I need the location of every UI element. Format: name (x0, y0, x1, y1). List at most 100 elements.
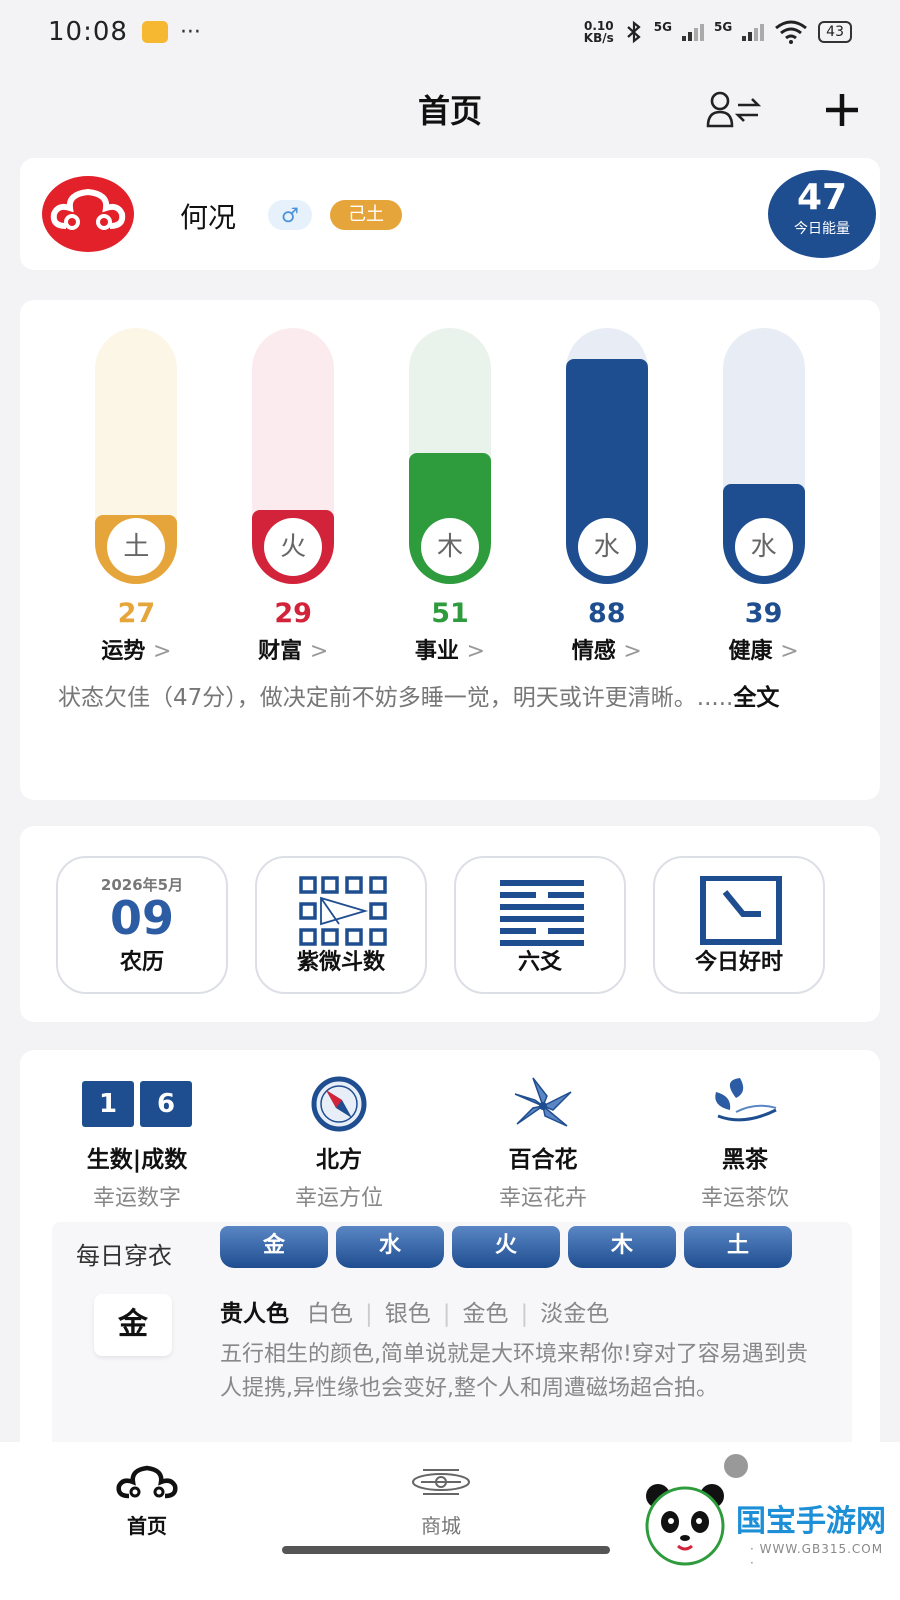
energy-badge[interactable]: 47 今日能量 (768, 170, 876, 258)
fortune-value: 27 (117, 598, 156, 629)
panda-logo-icon (645, 1484, 725, 1566)
lucky-flower[interactable]: 百合花 幸运花卉 (448, 1076, 638, 1212)
color-option: 金色 (462, 1301, 509, 1327)
color-option: 白色 (307, 1301, 353, 1327)
lucky-colors: 贵人色 白色 | 银色 | 金色 | 淡金色 (220, 1301, 610, 1327)
element-circle: 火 (264, 518, 323, 576)
element-tabs: 金 水 火 木 土 (220, 1226, 792, 1268)
tab-earth[interactable]: 土 (684, 1226, 792, 1268)
home-logo-icon (116, 1465, 178, 1499)
lucky-flower-value: 百合花 (508, 1147, 578, 1173)
liuyao-label: 六爻 (517, 950, 562, 975)
lucky-direction-value: 北方 (316, 1147, 362, 1173)
hexagram-icon (500, 880, 584, 946)
nav-home[interactable]: 首页 (82, 1462, 212, 1539)
bluetooth-icon (627, 20, 641, 44)
logo-icon (50, 188, 126, 230)
ziwei-label: 紫微斗数 (296, 950, 385, 975)
full-text-link[interactable]: 全文 (733, 685, 779, 711)
fortune-label-text: 健康 (728, 639, 773, 664)
lucky-number-value: 生数|成数 (86, 1147, 188, 1173)
lily-flower-icon (514, 1077, 572, 1127)
clock-icon (700, 876, 782, 945)
fortune-item-emotion[interactable]: 水 88 情感 > (547, 328, 667, 665)
nav-shop-label: 商城 (421, 1514, 461, 1538)
daily-dress-panel: 每日穿衣 金 水 火 木 土 金 贵人色 白色 | 银色 | 金色 | 淡金色 五行相生的颜色… (52, 1222, 852, 1470)
level-tube: 水 (722, 328, 805, 584)
network-type-2: 5G (713, 20, 733, 34)
tab-water[interactable]: 水 (336, 1226, 444, 1268)
level-tube: 木 (408, 328, 491, 584)
tools-card: 2026年5月 09 农历 紫微斗数 六爻 今日好时 (20, 826, 880, 1022)
fortune-item-health[interactable]: 水 39 健康 > (704, 328, 824, 665)
chevron-right-icon: > (309, 639, 329, 664)
network-speed: 0.10 KB/s (584, 20, 614, 44)
tea-leaf-icon (715, 1078, 777, 1122)
fortune-label[interactable]: 情感 > (572, 633, 642, 665)
lucky-card: 1 6 生数|成数 幸运数字 北方 幸运方位 百合花 幸运花卉 黑茶 幸运茶饮 … (20, 1050, 880, 1470)
lucky-direction-label: 幸运方位 (294, 1186, 383, 1211)
good-time-button[interactable]: 今日好时 (653, 856, 825, 994)
level-tube: 火 (252, 328, 335, 584)
tab-metal[interactable]: 金 (220, 1226, 328, 1268)
notification-app-icon (141, 21, 168, 43)
fortune-label-text: 情感 (571, 639, 616, 664)
fortune-value: 88 (587, 598, 626, 629)
status-text: 状态欠佳（47分），做决定前不妨多睡一觉，明天或许更清晰。..... (58, 685, 734, 711)
nav-home-label: 首页 (127, 1514, 167, 1538)
tab-wood[interactable]: 木 (568, 1226, 676, 1268)
ziwei-button[interactable]: 紫微斗数 (255, 856, 427, 994)
wifi-icon (775, 20, 808, 44)
top-bar: 首页 (0, 72, 900, 148)
shop-icon (412, 1469, 470, 1495)
lucky-direction[interactable]: 北方 幸运方位 (244, 1076, 434, 1212)
fortune-value: 39 (744, 598, 783, 629)
chevron-right-icon: > (466, 639, 486, 664)
energy-value: 47 (796, 177, 848, 218)
profile-card[interactable]: 何况 ♂ 己土 47 今日能量 (20, 158, 880, 270)
nav-shop[interactable]: 商城 (376, 1462, 506, 1539)
signal-icon (681, 23, 704, 41)
status-bar: 10:08 ··· 0.10 KB/s 5G 5G 43 (0, 0, 900, 64)
fortune-label[interactable]: 财富 > (258, 633, 328, 665)
chevron-right-icon: > (153, 639, 172, 664)
fortune-label[interactable]: 事业 > (415, 633, 485, 665)
fortune-value: 29 (274, 598, 312, 629)
gender-badge: ♂ (268, 200, 312, 230)
element-badge: 己土 (330, 200, 402, 230)
fortune-label[interactable]: 健康 > (729, 633, 799, 665)
fortune-item-career[interactable]: 木 51 事业 > (390, 328, 510, 665)
lucky-color-label: 贵人色 (220, 1301, 289, 1327)
user-name: 何况 (180, 201, 237, 234)
add-icon[interactable] (820, 88, 864, 132)
calendar-day: 09 (109, 891, 174, 945)
network-type-1: 5G (653, 20, 672, 34)
chevron-right-icon: > (623, 639, 642, 664)
calendar-label: 农历 (119, 950, 164, 975)
fortune-label[interactable]: 运势 > (101, 633, 171, 665)
element-circle: 土 (107, 518, 166, 576)
home-indicator[interactable] (282, 1546, 610, 1554)
element-circle: 水 (734, 518, 793, 576)
lucky-tea-label: 幸运茶饮 (700, 1186, 789, 1211)
active-element: 金 (94, 1294, 172, 1356)
lucky-tea[interactable]: 黑茶 幸运茶饮 (650, 1076, 840, 1212)
number-box: 1 (82, 1081, 134, 1127)
liuyao-button[interactable]: 六爻 (454, 856, 626, 994)
fortune-item-luck[interactable]: 土 27 运势 > (76, 328, 196, 665)
dress-description: 五行相生的颜色,简单说就是大环境来帮你!穿对了容易遇到贵人提携,异性缘也会变好,… (220, 1342, 808, 1401)
calendar-button[interactable]: 2026年5月 09 农历 (56, 856, 228, 994)
switch-user-icon[interactable] (706, 90, 762, 130)
fortune-label-text: 事业 (414, 639, 459, 664)
fortune-label-text: 财富 (258, 639, 303, 664)
fortune-value: 51 (431, 598, 469, 629)
tab-fire[interactable]: 火 (452, 1226, 560, 1268)
signal-icon (742, 23, 765, 41)
color-option: 淡金色 (540, 1301, 610, 1327)
level-tube: 土 (95, 328, 178, 584)
lucky-number[interactable]: 1 6 生数|成数 幸运数字 (42, 1076, 232, 1212)
fortune-item-wealth[interactable]: 火 29 财富 > (233, 328, 353, 665)
fortune-card: 土 27 运势 > 火 29 财富 > 木 51 事业 > 水 88 情感 > … (20, 300, 880, 800)
avatar[interactable] (42, 176, 134, 252)
lucky-number-label: 幸运数字 (92, 1186, 181, 1211)
